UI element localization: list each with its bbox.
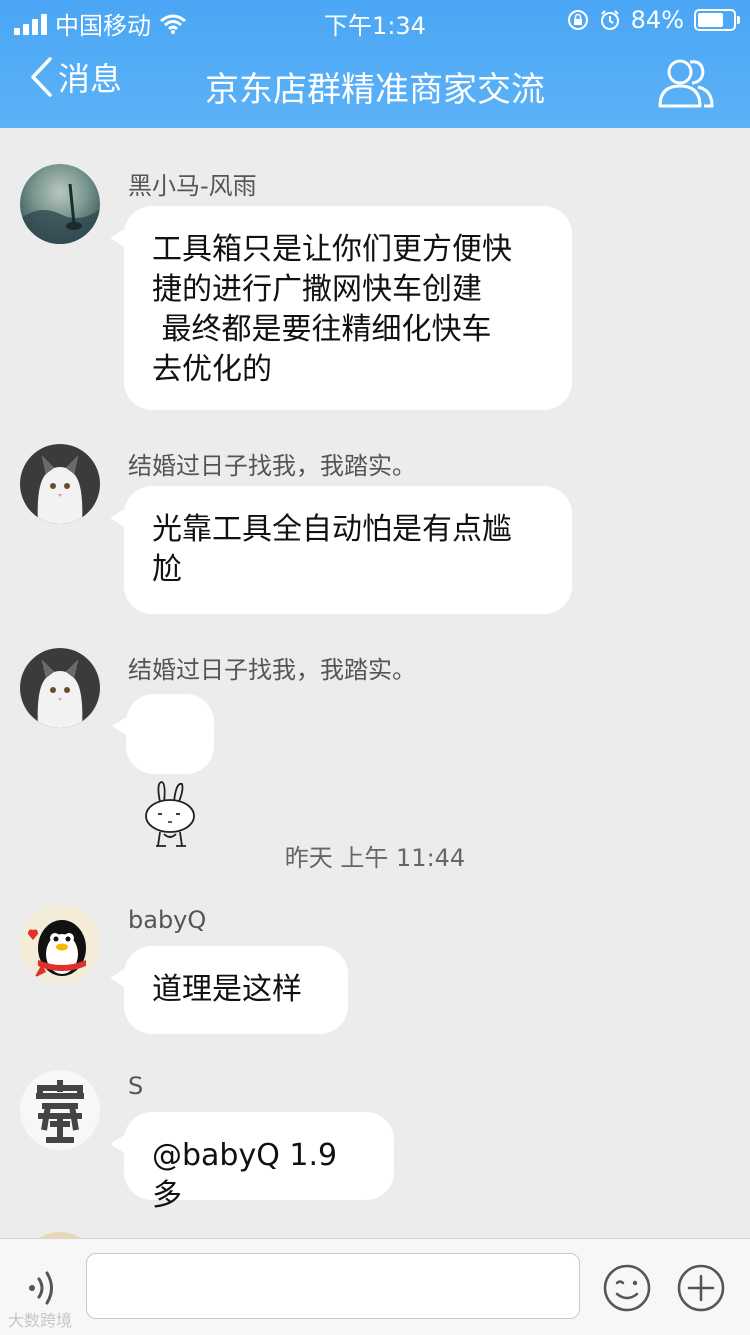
message-bubble[interactable]: 工具箱只是让你们更方便快 捷的进行广撒网快车创建 最终都是要往精细化快车 去优化… [110, 206, 572, 410]
sender-name: babyQ [128, 906, 207, 934]
chat-area[interactable]: 黑小马-风雨 工具箱只是让你们更方便快 捷的进行广撒网快车创建 最终都是要往精细… [0, 128, 750, 1238]
sender-name: 黑小马-风雨 [128, 172, 257, 200]
character-avatar-icon [20, 1070, 100, 1150]
rotation-lock-icon [567, 10, 588, 30]
watermark: 大数跨境 [8, 1311, 73, 1330]
message-bubble[interactable]: 道理是这样 [110, 946, 348, 1034]
emoji-icon[interactable] [602, 1263, 652, 1313]
input-bar: 大数跨境 [0, 1238, 750, 1335]
battery-icon [694, 9, 740, 31]
header: 中国移动 下午1:34 84% 消息 京东店群精准商家交流 [0, 0, 750, 128]
timestamp: 昨天 上午 11:44 [284, 844, 466, 872]
message-bubble[interactable]: 光靠工具全自动怕是有点尴 尬 [110, 486, 572, 614]
avatar[interactable] [20, 648, 100, 728]
cat-avatar-icon [37, 456, 83, 524]
status-bar: 中国移动 下午1:34 84% [0, 0, 750, 40]
alarm-icon [600, 10, 619, 30]
page-title: 京东店群精准商家交流 [205, 70, 545, 110]
group-members-icon[interactable] [656, 56, 716, 110]
message-input[interactable] [86, 1253, 580, 1319]
add-icon[interactable] [676, 1263, 726, 1313]
sender-name: 结婚过日子找我，我踏实。 [128, 656, 416, 684]
sender-name: 结婚过日子找我，我踏实。 [128, 452, 416, 480]
battery-fill [698, 13, 723, 27]
sender-name: S [128, 1072, 144, 1100]
avatar[interactable] [20, 164, 100, 244]
avatar[interactable] [20, 1070, 100, 1150]
battery-label: 84% [630, 6, 684, 34]
status-right: 84% [567, 6, 740, 34]
cat-avatar-icon [37, 660, 83, 728]
penguin-avatar-icon [28, 920, 86, 978]
message-bubble[interactable]: @babyQ 1.9 多 [110, 1112, 394, 1213]
avatar[interactable] [20, 444, 100, 524]
voice-icon[interactable] [22, 1265, 68, 1311]
landscape-avatar-icon [20, 183, 100, 244]
avatar[interactable] [20, 904, 100, 984]
sticker-bubble[interactable] [112, 694, 214, 847]
nav-bar: 消息 京东店群精准商家交流 [0, 40, 750, 128]
